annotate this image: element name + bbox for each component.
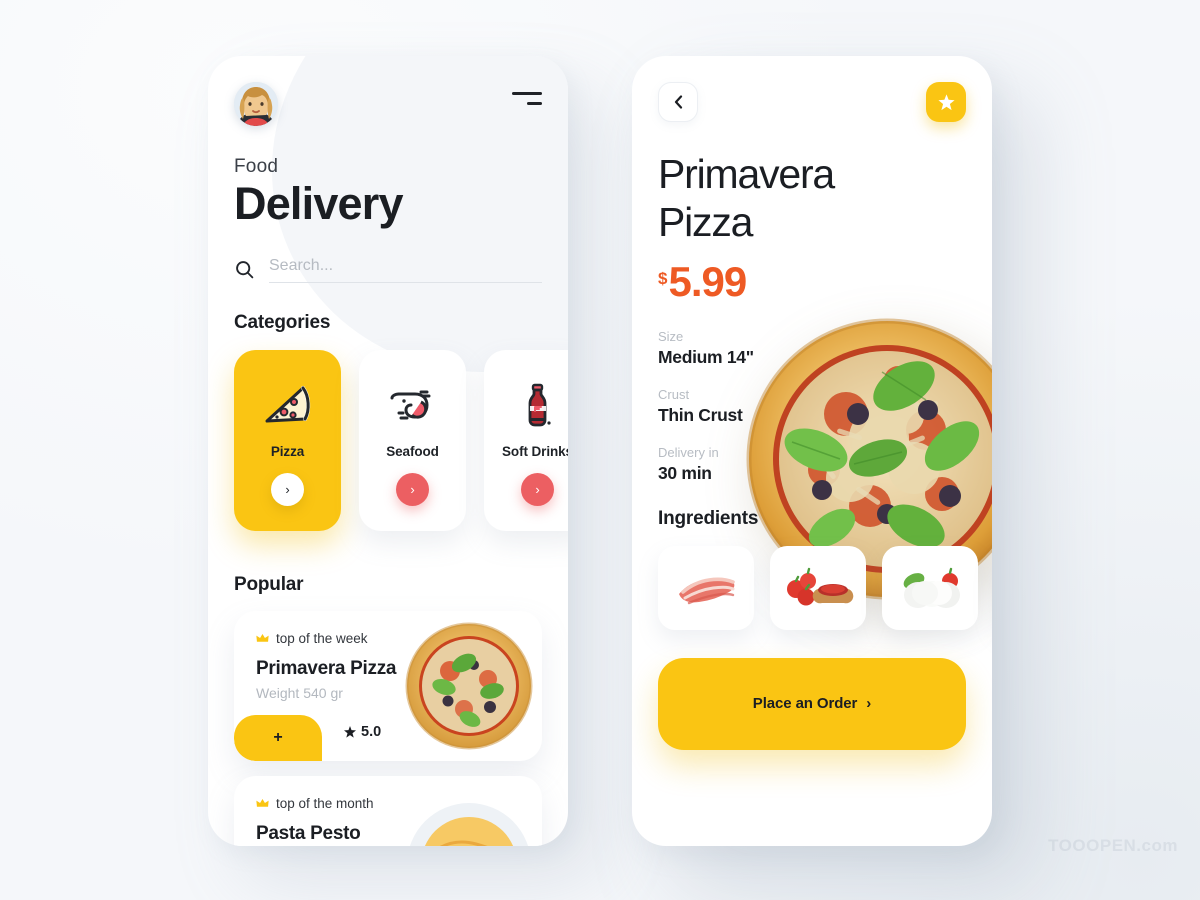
star-icon <box>937 93 955 110</box>
shrimp-icon <box>387 376 439 434</box>
ingredient-card-prosciutto-ham[interactable] <box>658 545 754 630</box>
popular-tag-label: top of the month <box>276 795 374 811</box>
spec-crust: Crust Thin Crust <box>658 387 966 426</box>
categories-heading: Categories <box>234 311 331 333</box>
spec-label: Size <box>658 328 684 344</box>
watermark: TOOOPEN.com <box>1048 836 1178 855</box>
rating-value: 5.0 <box>361 723 382 740</box>
category-card-pizza[interactable]: Pizza › <box>234 349 341 531</box>
popular-tag-label: top of the week <box>276 630 368 646</box>
category-card-seafood[interactable]: Seafood › <box>359 349 466 531</box>
spec-size: Size Medium 14" <box>658 329 966 368</box>
page-title: Delivery <box>234 178 404 229</box>
price-currency: $ <box>658 268 668 288</box>
phone-home-screen: Food Delivery Categories <box>208 56 568 846</box>
popular-item-image <box>404 621 534 751</box>
category-label: Pizza <box>270 443 305 459</box>
phone-detail-screen: Primavera Pizza $ 5.99 Size Medium 14" C… <box>632 56 992 846</box>
spec-value: Medium 14" <box>658 346 754 367</box>
ingredients-row[interactable] <box>658 545 978 630</box>
favorite-button[interactable] <box>926 82 966 122</box>
soda-bottle-icon <box>512 376 564 434</box>
spec-label: Crust <box>658 386 690 402</box>
category-label: Soft Drinks <box>502 443 568 459</box>
mozzarella-icon <box>903 567 960 608</box>
pizza-photo <box>405 622 533 750</box>
popular-tag: top of the month <box>234 776 542 811</box>
back-button[interactable] <box>658 82 698 122</box>
spec-value: Thin Crust <box>658 404 743 425</box>
product-title: Primavera Pizza <box>658 151 835 246</box>
category-arrow-button[interactable]: › <box>521 472 554 506</box>
detail-top-bar <box>658 82 966 122</box>
add-to-cart-button[interactable]: + <box>234 714 322 761</box>
hamburger-menu-icon[interactable] <box>508 82 542 112</box>
spec-delivery: Delivery in 30 min <box>658 445 966 484</box>
ingredient-card-tomato-sauce[interactable] <box>770 545 866 630</box>
category-label: Seafood <box>386 443 439 459</box>
spec-value: 30 min <box>658 462 712 483</box>
categories-row[interactable]: Pizza › Seafood › Soft Drinks › <box>234 349 568 545</box>
category-card-soft-drinks[interactable]: Soft Drinks › <box>484 349 568 531</box>
popular-card-footer: + 5.0 <box>234 714 381 761</box>
home-top-bar <box>234 82 542 134</box>
home-kicker: Food <box>234 156 279 177</box>
crown-icon <box>256 798 269 807</box>
price-amount: 5.99 <box>668 257 747 305</box>
spec-label: Delivery in <box>658 444 719 460</box>
rating: 5.0 <box>344 724 381 752</box>
pizza-slice-icon <box>262 376 314 434</box>
crown-icon <box>256 633 269 642</box>
search-icon <box>236 261 254 279</box>
popular-item-card[interactable]: top of the month Pasta Pesto <box>234 775 542 846</box>
popular-heading: Popular <box>234 573 304 595</box>
search-input[interactable] <box>269 256 542 275</box>
avatar-image <box>234 82 278 126</box>
chevron-left-icon <box>674 95 682 109</box>
search-bar[interactable] <box>234 256 542 283</box>
place-order-arrow-icon: › <box>866 695 872 713</box>
category-arrow-button[interactable]: › <box>396 472 429 506</box>
tomato-sauce-icon <box>787 567 854 606</box>
avatar[interactable] <box>234 82 278 126</box>
star-icon <box>344 725 356 738</box>
product-price: $ 5.99 <box>658 257 966 305</box>
place-order-button[interactable]: Place an Order › <box>658 657 966 750</box>
product-specs: Size Medium 14" Crust Thin Crust Deliver… <box>658 329 966 484</box>
popular-item-card[interactable]: top of the week Primavera Pizza Weight 5… <box>234 610 542 761</box>
ingredients-heading: Ingredients <box>658 507 759 529</box>
search-underline <box>269 256 542 283</box>
place-order-label: Place an Order <box>752 695 858 713</box>
category-arrow-button[interactable]: › <box>271 472 304 506</box>
prosciutto-ham-icon <box>679 577 735 604</box>
ingredient-card-mozzarella[interactable] <box>882 545 978 630</box>
